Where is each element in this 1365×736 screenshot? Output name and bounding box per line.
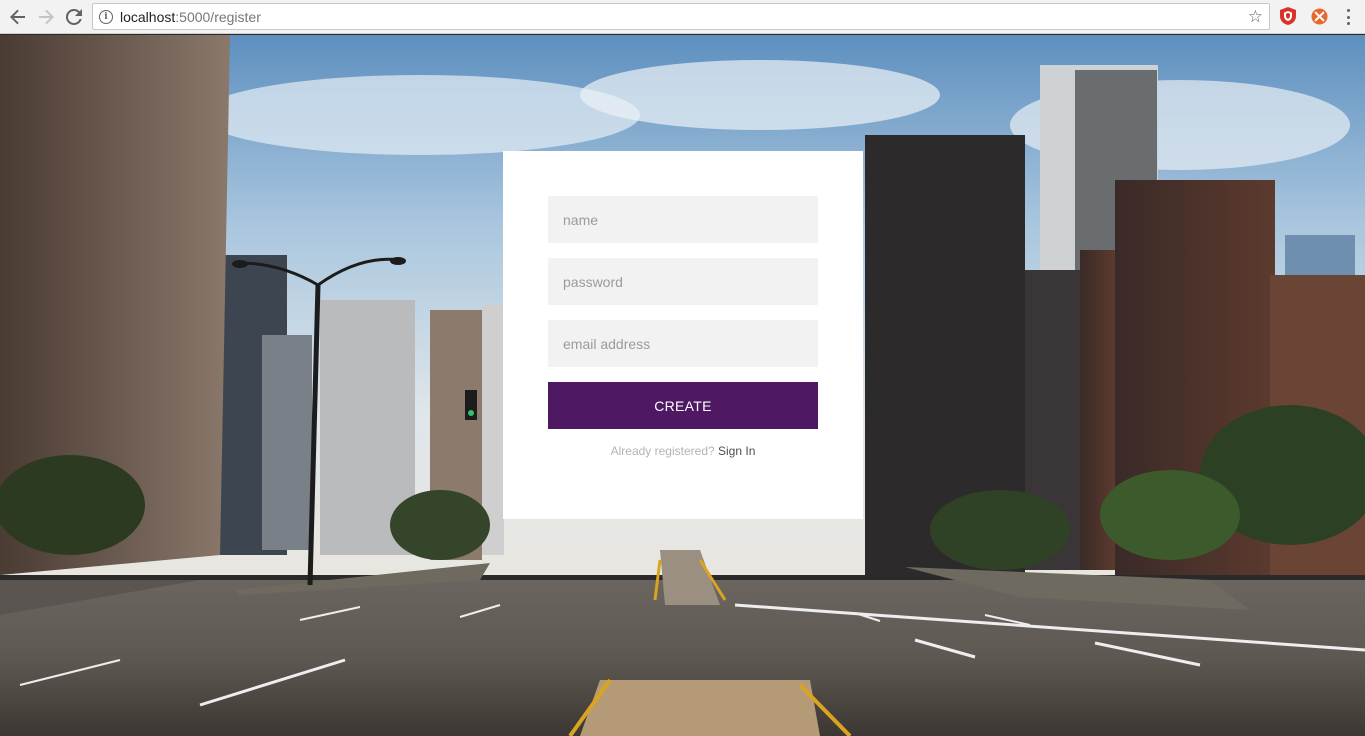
forward-arrow-icon[interactable]: [34, 5, 58, 29]
url-host: localhost: [120, 8, 176, 25]
kebab-menu-icon[interactable]: [1342, 7, 1354, 27]
browser-toolbar: i localhost:5000/register ☆: [0, 0, 1365, 34]
signin-message: Already registered? Sign In: [503, 444, 863, 458]
register-card: CREATE Already registered? Sign In: [503, 151, 863, 519]
password-input[interactable]: [548, 258, 818, 305]
address-bar[interactable]: i localhost:5000/register ☆: [92, 3, 1270, 30]
star-icon[interactable]: ☆: [1248, 7, 1263, 27]
registered-question: Already registered?: [610, 444, 715, 458]
sign-in-link[interactable]: Sign In: [718, 444, 755, 458]
info-icon[interactable]: i: [99, 9, 113, 24]
email-input[interactable]: [548, 320, 818, 367]
url-path: :5000/register: [175, 8, 261, 25]
shield-icon[interactable]: [1279, 7, 1297, 25]
reload-icon[interactable]: [62, 5, 86, 29]
back-arrow-icon[interactable]: [6, 5, 30, 29]
create-button[interactable]: CREATE: [548, 382, 818, 429]
ball-icon[interactable]: [1310, 7, 1328, 25]
name-input[interactable]: [548, 196, 818, 243]
